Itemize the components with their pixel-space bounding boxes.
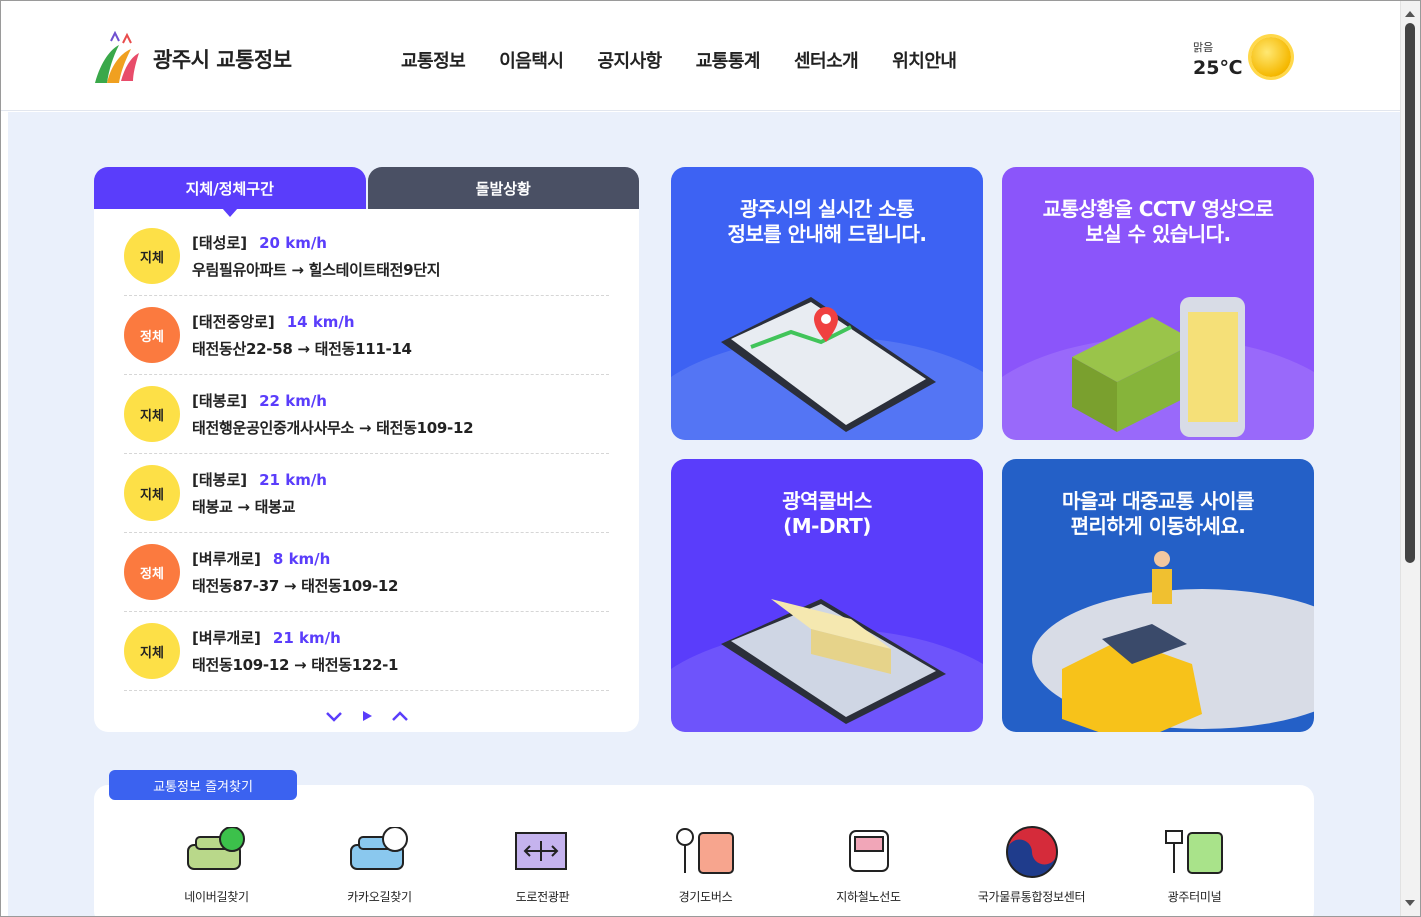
route-text: 우림필유아파트 → 힐스테이트태전9단지 — [192, 261, 441, 279]
site-title: 광주시 교통정보 — [153, 48, 292, 72]
list-pager — [124, 707, 609, 726]
bus-stop-icon — [675, 828, 734, 874]
road-name: [태성로] — [192, 234, 248, 252]
status-badge: 정체 — [124, 307, 180, 363]
site-header: 광주시 교통정보 교통정보 이음택시 공지사항 교통통계 센터소개 위치안내 맑… — [1, 1, 1400, 111]
list-item[interactable]: 정체 [태전중앙로] 14 km/h 태전동산22-58 → 태전동111-14 — [124, 296, 609, 375]
subway-icon — [848, 830, 889, 872]
nav-traffic-stats[interactable]: 교통통계 — [696, 47, 761, 73]
route-text: 태전행운공인중개사사무소 → 태전동109-12 — [192, 419, 474, 437]
weather-condition: 맑음 — [1193, 41, 1214, 54]
list-item[interactable]: 지체 [벼루개로] 21 km/h 태전동109-12 → 태전동122-1 — [124, 612, 609, 691]
scroll-up-arrow-icon[interactable] — [1405, 11, 1415, 17]
fav-gyeonggi-bus[interactable]: 경기도버스 — [624, 824, 787, 905]
road-name: [태봉로] — [192, 392, 248, 410]
card-realtime-traffic[interactable]: 광주시의 실시간 소통 정보를 안내해 드립니다. — [671, 167, 983, 440]
nav-location[interactable]: 위치안내 — [892, 47, 957, 73]
route-text: 태전동87-37 → 태전동109-12 — [192, 577, 399, 595]
smartphone-map-illustration — [721, 297, 936, 432]
congestion-panel: 지체/정체구간 돌발상황 지체 [태성로] 20 km/h 우림필유아파트 → 힐… — [94, 167, 639, 732]
car-kakao-icon — [349, 827, 408, 870]
road-name: [태봉로] — [192, 471, 248, 489]
tab-incidents[interactable]: 돌발상황 — [367, 167, 639, 209]
status-badge: 정체 — [124, 544, 180, 600]
taegeuk-icon — [1005, 826, 1058, 878]
card-village-transit[interactable]: 마을과 대중교통 사이를 편리하게 이동하세요. — [1002, 459, 1314, 732]
main-content: 지체/정체구간 돌발상황 지체 [태성로] 20 km/h 우림필유아파트 → 힐… — [8, 112, 1400, 916]
status-badge: 지체 — [124, 623, 180, 679]
favorites-tag: 교통정보 즐겨찾기 — [109, 770, 297, 800]
speed-value: 8 km/h — [272, 550, 331, 568]
nav-notices[interactable]: 공지사항 — [598, 47, 663, 73]
sun-icon — [1251, 37, 1291, 77]
status-badge: 지체 — [124, 228, 180, 284]
route-text: 태전동산22-58 → 태전동111-14 — [192, 340, 412, 358]
speed-value: 14 km/h — [286, 313, 355, 331]
route-text: 태전동109-12 → 태전동122-1 — [192, 656, 399, 674]
nav-traffic-info[interactable]: 교통정보 — [401, 47, 466, 73]
nav-eum-taxi[interactable]: 이음택시 — [499, 47, 564, 73]
gwangju-logo-icon — [95, 31, 139, 83]
terminal-icon — [1164, 830, 1223, 874]
list-item[interactable]: 정체 [벼루개로] 8 km/h 태전동87-37 → 태전동109-12 — [124, 533, 609, 612]
scroll-down-arrow-icon[interactable] — [1405, 900, 1415, 906]
status-badge: 지체 — [124, 386, 180, 442]
road-name: [벼루개로] — [192, 550, 261, 568]
list-item[interactable]: 지체 [태봉로] 22 km/h 태전행운공인중개사사무소 → 태전동109-12 — [124, 375, 609, 454]
site-logo[interactable]: 광주시 교통정보 — [91, 31, 292, 87]
tab-congestion[interactable]: 지체/정체구간 — [94, 167, 366, 217]
status-badge: 지체 — [124, 465, 180, 521]
panel-tabs: 지체/정체구간 돌발상황 — [94, 167, 639, 217]
list-item[interactable]: 지체 [태봉로] 21 km/h 태봉교 → 태봉교 — [124, 454, 609, 533]
fav-naver-directions[interactable]: 네이버길찾기 — [135, 824, 298, 905]
signboard-icon — [514, 832, 567, 870]
weather-temperature: 25℃ — [1193, 57, 1243, 79]
fav-gwangju-terminal[interactable]: 광주터미널 — [1113, 824, 1276, 905]
bus-phone-illustration — [721, 599, 946, 724]
speed-value: 21 km/h — [259, 471, 327, 489]
weather-widget: 맑음 25℃ — [1193, 39, 1242, 79]
congestion-list: 지체 [태성로] 20 km/h 우림필유아파트 → 힐스테이트태전9단지 정체 … — [94, 209, 639, 732]
taxi-illustration — [1032, 551, 1314, 732]
car-naver-icon — [186, 827, 245, 870]
browser-window: 광주시 교통정보 교통정보 이음택시 공지사항 교통통계 센터소개 위치안내 맑… — [0, 0, 1421, 917]
speed-value: 21 km/h — [272, 629, 341, 647]
speed-value: 22 km/h — [259, 392, 327, 410]
speed-value: 20 km/h — [259, 234, 327, 252]
chevron-up-icon[interactable] — [391, 707, 409, 726]
card-mdrt-bus[interactable]: 광역콜버스 (M-DRT) — [671, 459, 983, 732]
vertical-scrollbar[interactable] — [1400, 1, 1420, 916]
list-item[interactable]: 지체 [태성로] 20 km/h 우림필유아파트 → 힐스테이트태전9단지 — [124, 217, 609, 296]
road-name: [벼루개로] — [192, 629, 261, 647]
scrollbar-thumb[interactable] — [1405, 23, 1415, 563]
road-name: [태전중앙로] — [192, 313, 275, 331]
card-cctv[interactable]: 교통상황을 CCTV 영상으로 보실 수 있습니다. — [1002, 167, 1314, 440]
truck-cctv-illustration — [1072, 297, 1245, 437]
fav-national-logistics[interactable]: 국가물류통합정보센터 — [950, 824, 1113, 905]
fav-road-signboard[interactable]: 도로전광판 — [461, 824, 624, 905]
fav-kakao-directions[interactable]: 카카오길찾기 — [298, 824, 461, 905]
fav-subway-map[interactable]: 지하철노선도 — [787, 824, 950, 905]
main-nav: 교통정보 이음택시 공지사항 교통통계 센터소개 위치안내 — [401, 47, 991, 73]
nav-center-intro[interactable]: 센터소개 — [794, 47, 859, 73]
play-icon[interactable] — [361, 707, 373, 726]
route-text: 태봉교 → 태봉교 — [192, 498, 296, 516]
favorites-list: 네이버길찾기 카카오길찾기 도로전광판 경기도버스 지하철노선도 국가물류통합정… — [94, 824, 1314, 905]
chevron-down-icon[interactable] — [325, 707, 343, 726]
